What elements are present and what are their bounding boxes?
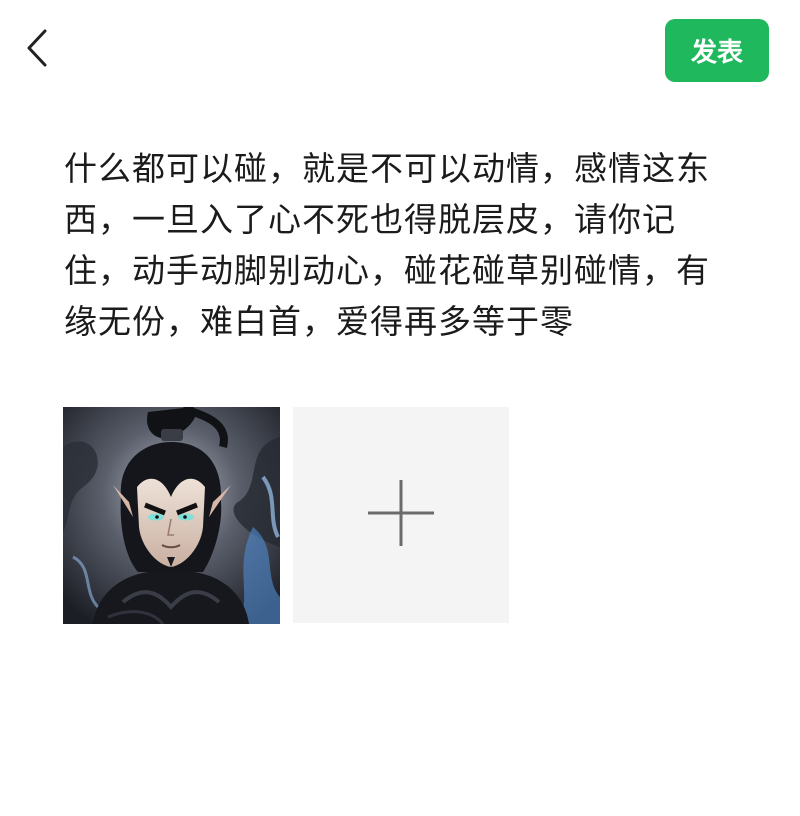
add-photo-button[interactable] — [293, 407, 509, 623]
chevron-left-icon — [23, 26, 53, 74]
back-button[interactable] — [14, 24, 62, 76]
publish-button[interactable]: 发表 — [665, 19, 769, 82]
post-text[interactable]: 什么都可以碰，就是不可以动情，感情这东西，一旦入了心不死也得脱层皮，请你记住，动… — [64, 143, 732, 347]
character-portrait-image — [63, 407, 280, 624]
photo-grid — [63, 407, 509, 624]
plus-icon — [366, 478, 436, 552]
photo-thumbnail[interactable] — [63, 407, 280, 624]
